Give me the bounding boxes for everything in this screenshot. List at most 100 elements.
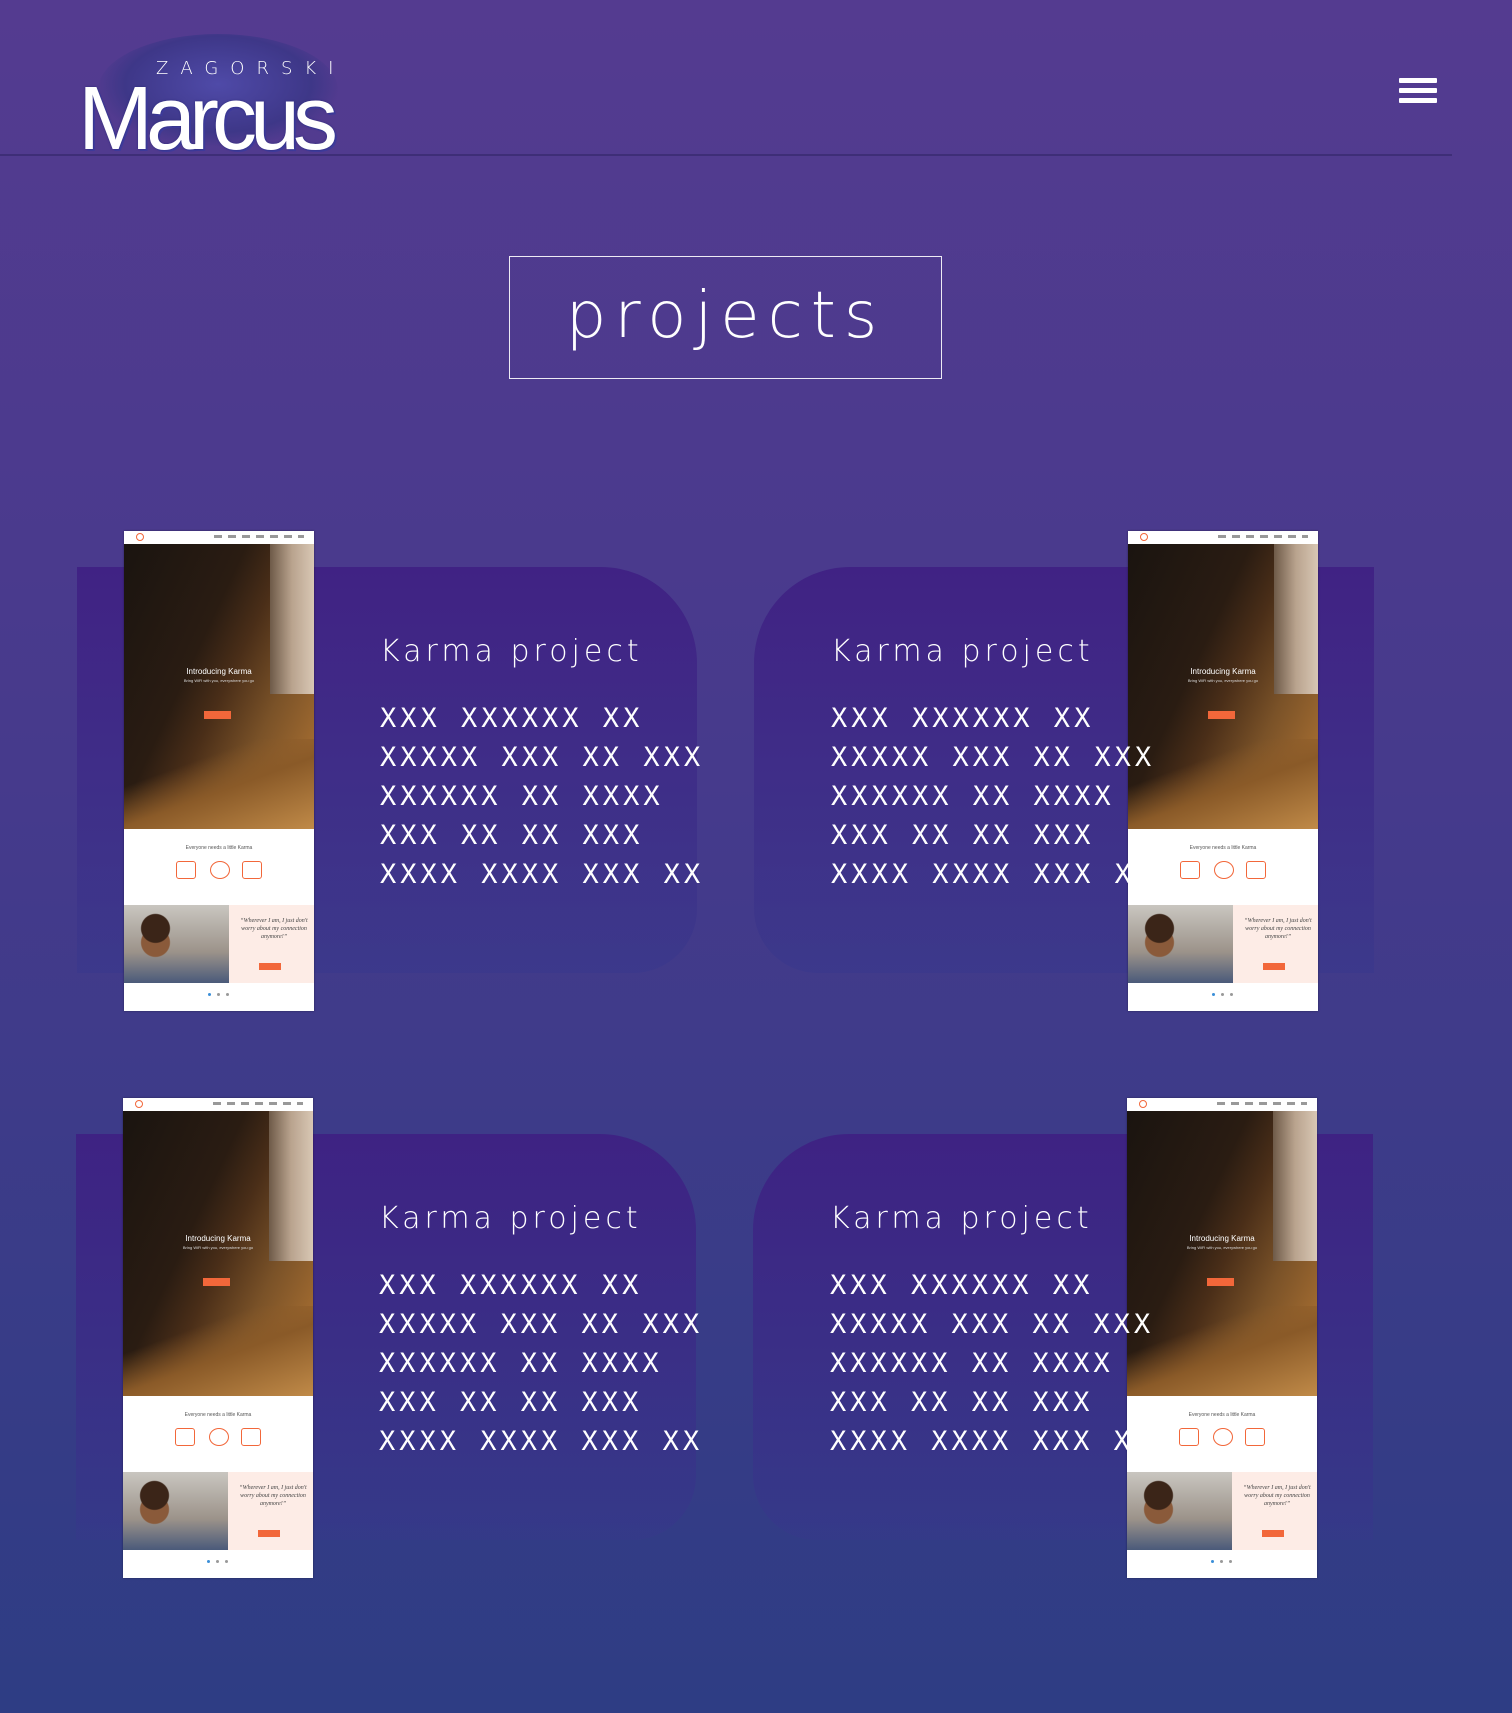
mock-hero-button	[1208, 711, 1235, 719]
mock-features-title: Everyone needs a little Karma	[1188, 1412, 1256, 1418]
mock-hero: Introducing Karma Bring WiFi with you, ev…	[124, 544, 314, 829]
mock-testimonial-quote: “Wherever I am, I just don't worry about…	[239, 1485, 307, 1507]
project-description-line: XXXX XXXX XXX XX	[379, 1426, 704, 1457]
project-description-line: XXX XX XX XXX	[380, 820, 644, 851]
mock-testimonial-photo	[1127, 1472, 1232, 1550]
mock-testimonial-quote: “Wherever I am, I just don't worry about…	[240, 918, 308, 940]
devices-icon	[175, 1428, 195, 1446]
mock-nav	[123, 1098, 313, 1111]
mock-features: Everyone needs a little Karma	[1128, 829, 1318, 905]
devices-icon	[1180, 861, 1200, 879]
instagram-icon	[1229, 1560, 1232, 1563]
mock-hero-title: Introducing Karma	[1189, 1234, 1255, 1243]
mock-features-title: Everyone needs a little Karma	[184, 1412, 252, 1418]
mock-features: Everyone needs a little Karma	[1127, 1396, 1317, 1472]
project-description-line: XXXXXX XX XXXX	[830, 1348, 1114, 1379]
project-text-2: Karma project XXX XXXXXX XX XXXXX XXX XX…	[831, 634, 1155, 894]
mock-testimonial: “Wherever I am, I just don't worry about…	[1128, 905, 1318, 983]
project-description-line: XXX XXXXXX XX	[379, 1270, 643, 1301]
page-title: projects	[565, 279, 886, 353]
mock-features: Everyone needs a little Karma	[124, 829, 314, 905]
project-description-line: XXXXX XXX XX XXX	[830, 1309, 1155, 1340]
mock-hero-table	[124, 739, 314, 829]
mock-testimonial: “Wherever I am, I just don't worry about…	[123, 1472, 313, 1550]
project-screenshot-3[interactable]: Introducing Karma Bring WiFi with you, ev…	[123, 1098, 313, 1578]
page-title-box: projects	[509, 256, 942, 379]
mock-nav-links	[213, 1102, 303, 1105]
mock-testimonial-photo	[124, 905, 229, 983]
project-description-line: XXX XXXXXX XX	[831, 703, 1095, 734]
mock-nav-links	[1218, 535, 1308, 538]
karma-logo-icon	[1140, 533, 1148, 541]
project-description-line: XXXXXX XX XXXX	[380, 781, 664, 812]
project-description-line: XXX XX XX XXX	[831, 820, 1095, 851]
project-text-1: Karma project XXX XXXXXX XX XXXXX XXX XX…	[380, 634, 704, 894]
mock-testimonial-button	[259, 963, 281, 970]
mock-footer	[1128, 983, 1318, 1011]
mock-testimonial-quote: “Wherever I am, I just don't worry about…	[1244, 918, 1312, 940]
project-screenshot-2[interactable]: Introducing Karma Bring WiFi with you, ev…	[1128, 531, 1318, 1011]
mock-testimonial: “Wherever I am, I just don't worry about…	[124, 905, 314, 983]
project-description-line: XXXXX XXX XX XXX	[379, 1309, 704, 1340]
twitter-icon	[1211, 1560, 1214, 1563]
battery-icon	[1246, 861, 1266, 879]
project-text-3: Karma project XXX XXXXXX XX XXXXX XXX XX…	[379, 1201, 703, 1461]
hamburger-menu-icon[interactable]	[1399, 78, 1437, 106]
twitter-icon	[207, 1560, 210, 1563]
mock-testimonial-button	[1263, 963, 1285, 970]
mock-hero: Introducing Karma Bring WiFi with you, ev…	[123, 1111, 313, 1396]
mock-nav-links	[214, 535, 304, 538]
mock-testimonial-button	[1262, 1530, 1284, 1537]
bowl-icon	[209, 1428, 229, 1446]
project-title: Karma project	[831, 634, 1094, 669]
bowl-icon	[1214, 861, 1234, 879]
mock-hero-subtitle: Bring WiFi with you, everywhere you go	[183, 678, 255, 683]
project-title: Karma project	[379, 1201, 642, 1236]
project-description-line: XXXX XXXX XXX XX	[831, 859, 1156, 890]
facebook-icon	[216, 1560, 219, 1563]
battery-icon	[241, 1428, 261, 1446]
project-description-line: XXX XX XX XXX	[830, 1387, 1094, 1418]
karma-logo-icon	[135, 1100, 143, 1108]
mock-hero-button	[204, 711, 231, 719]
bowl-icon	[210, 861, 230, 879]
project-description-line: XXXX XXXX XXX XX	[380, 859, 705, 890]
project-description-line: XXX XXXXXX XX	[380, 703, 644, 734]
instagram-icon	[225, 1560, 228, 1563]
mock-hero-subtitle: Bring WiFi with you, everywhere you go	[1187, 678, 1259, 683]
mock-nav	[1127, 1098, 1317, 1111]
mock-hero-table	[123, 1306, 313, 1396]
logo[interactable]: ZAGORSKI Marcus	[78, 30, 358, 164]
devices-icon	[1179, 1428, 1199, 1446]
project-description-line: XXXXXX XX XXXX	[379, 1348, 663, 1379]
project-description-line: XXXX XXXX XXX XX	[830, 1426, 1155, 1457]
project-screenshot-1[interactable]: Introducing Karma Bring WiFi with you, ev…	[124, 531, 314, 1011]
project-description-line: XXXXXX XX XXXX	[831, 781, 1115, 812]
mock-hero-button	[1207, 1278, 1234, 1286]
site-header: ZAGORSKI Marcus	[0, 0, 1452, 164]
mock-hero-title: Introducing Karma	[186, 667, 252, 676]
project-description-line: XXXXX XXX XX XXX	[831, 742, 1156, 773]
twitter-icon	[1212, 993, 1215, 996]
mock-features: Everyone needs a little Karma	[123, 1396, 313, 1472]
project-description-line: XXX XXXXXX XX	[830, 1270, 1094, 1301]
facebook-icon	[1220, 1560, 1223, 1563]
mock-testimonial: “Wherever I am, I just don't worry about…	[1127, 1472, 1317, 1550]
project-screenshot-4[interactable]: Introducing Karma Bring WiFi with you, ev…	[1127, 1098, 1317, 1578]
instagram-icon	[226, 993, 229, 996]
battery-icon	[242, 861, 262, 879]
instagram-icon	[1230, 993, 1233, 996]
devices-icon	[176, 861, 196, 879]
project-description-line: XXX XX XX XXX	[379, 1387, 643, 1418]
karma-logo-icon	[136, 533, 144, 541]
battery-icon	[1245, 1428, 1265, 1446]
mock-hero-title: Introducing Karma	[185, 1234, 251, 1243]
mock-features-title: Everyone needs a little Karma	[1189, 845, 1257, 851]
twitter-icon	[208, 993, 211, 996]
bowl-icon	[1213, 1428, 1233, 1446]
facebook-icon	[217, 993, 220, 996]
mock-hero: Introducing Karma Bring WiFi with you, ev…	[1127, 1111, 1317, 1396]
mock-footer	[1127, 1550, 1317, 1578]
mock-testimonial-quote: “Wherever I am, I just don't worry about…	[1243, 1485, 1311, 1507]
mock-testimonial-photo	[1128, 905, 1233, 983]
